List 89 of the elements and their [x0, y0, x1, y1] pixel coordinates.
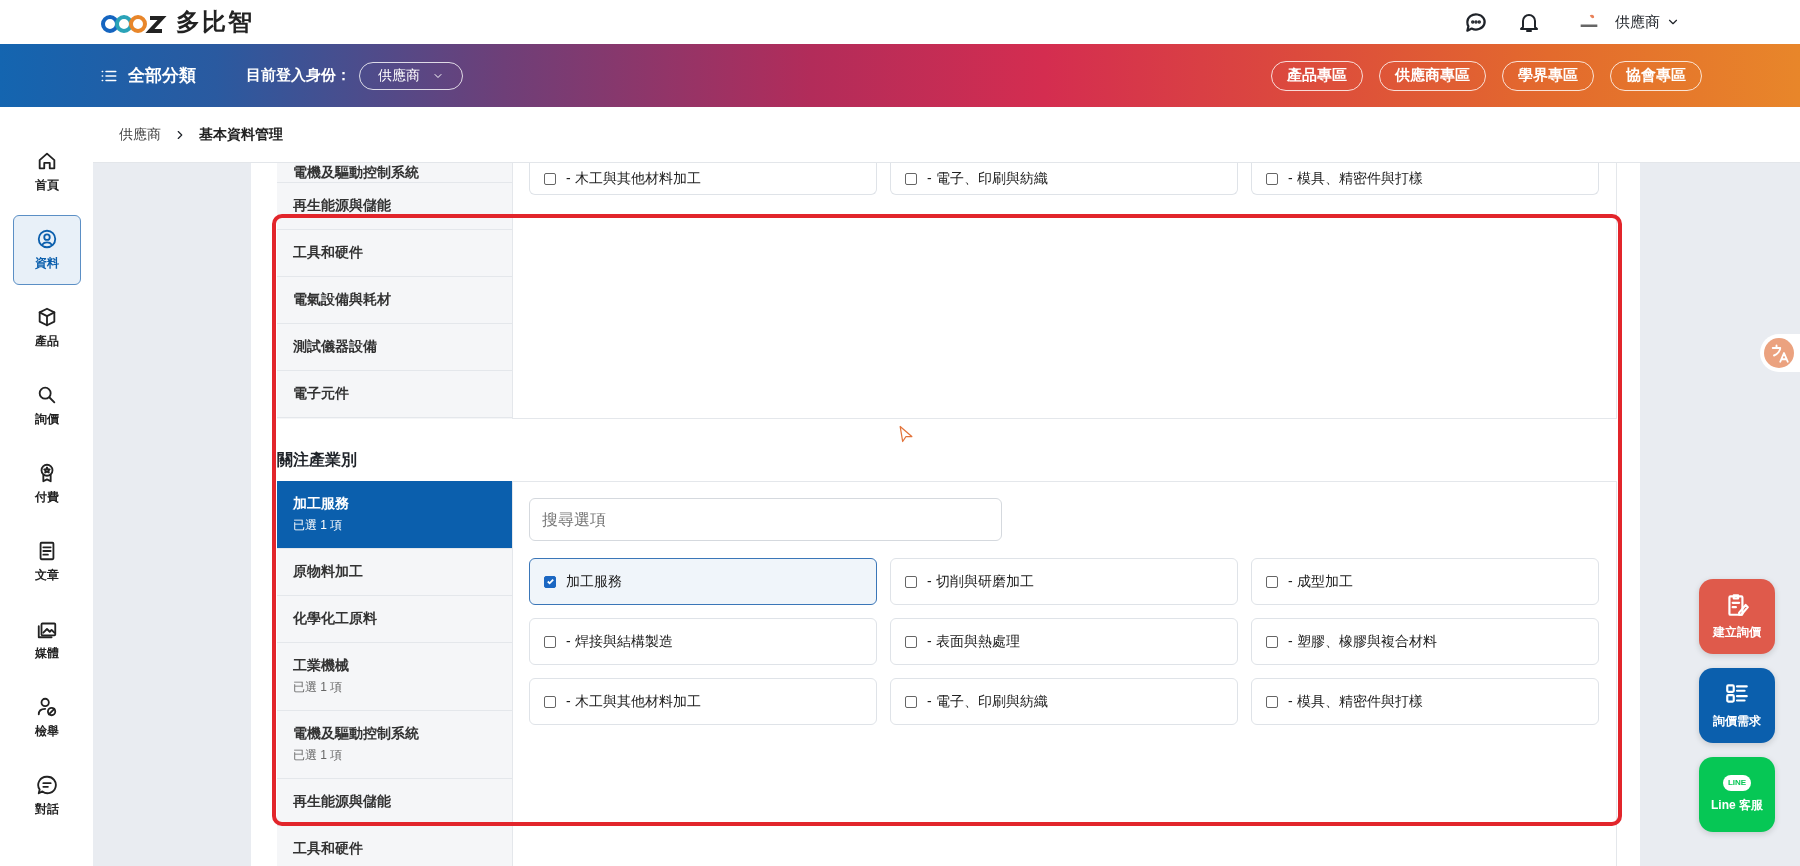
option-label: 加工服務: [566, 572, 622, 591]
checkbox[interactable]: [544, 635, 556, 648]
option-checkbox[interactable]: - 切削與研磨加工: [890, 558, 1238, 605]
category-item[interactable]: 電機及驅動控制系統 已選 1 項: [277, 711, 512, 779]
category-item[interactable]: 電氣設備與耗材: [277, 277, 512, 324]
nav-item[interactable]: 檢舉: [12, 683, 81, 753]
chat-icon: [35, 774, 58, 796]
option-checkbox[interactable]: - 模具、精密件與打樣: [1251, 678, 1599, 725]
nav-item[interactable]: 文章: [12, 527, 81, 597]
brand-name: 多比智: [176, 7, 254, 37]
selected-count: 已選 1 項: [293, 517, 344, 534]
nav-item[interactable]: 詢價: [12, 371, 81, 441]
role-label: 目前登入身份：: [246, 66, 351, 85]
section-heading: 關注產業別: [277, 450, 357, 470]
option-checkbox[interactable]: - 模具、精密件與打樣: [1251, 163, 1599, 195]
category-label: 電子元件: [293, 385, 350, 403]
float-button[interactable]: 詢價需求: [1699, 668, 1775, 743]
option-checkbox[interactable]: - 表面與熱處理: [890, 618, 1238, 665]
checkbox[interactable]: [1266, 172, 1278, 185]
option-checkbox[interactable]: - 木工與其他材料加工: [529, 163, 877, 195]
nav-item[interactable]: 資料: [12, 215, 81, 285]
category-label: 電機及驅動控制系統: [293, 163, 420, 182]
option-label: - 電子、印刷與紡織: [927, 169, 1048, 188]
option-checkbox[interactable]: - 焊接與結構製造: [529, 618, 877, 665]
option-label: - 電子、印刷與紡織: [927, 692, 1048, 711]
option-label: - 成型加工: [1288, 572, 1353, 591]
checkbox[interactable]: [905, 635, 917, 648]
category-item[interactable]: 工具和硬件: [277, 826, 512, 866]
option-checkbox[interactable]: - 木工與其他材料加工: [529, 678, 877, 725]
category-label: 原物料加工: [293, 563, 364, 581]
checkbox[interactable]: [544, 575, 556, 588]
category-item[interactable]: 測試儀器設備: [277, 324, 512, 371]
category-item[interactable]: 加工服務 已選 1 項: [277, 481, 512, 549]
breadcrumb-current: 基本資料管理: [199, 125, 283, 144]
option-label: - 模具、精密件與打樣: [1288, 692, 1423, 711]
float-button[interactable]: 建立詢價: [1699, 579, 1775, 654]
category-label: 再生能源與儲能: [293, 197, 392, 215]
category-label: 電機及驅動控制系統: [293, 725, 420, 743]
nav-item[interactable]: 首頁: [12, 137, 81, 207]
category-label: 工具和硬件: [293, 840, 364, 858]
nav-item[interactable]: 付費: [12, 449, 81, 519]
category-label: 測試儀器設備: [293, 338, 378, 356]
option-checkbox[interactable]: - 塑膠、橡膠與複合材料: [1251, 618, 1599, 665]
checkbox[interactable]: [905, 695, 917, 708]
checkbox[interactable]: [905, 172, 917, 185]
option-label: - 木工與其他材料加工: [566, 169, 701, 188]
option-checkbox[interactable]: - 電子、印刷與紡織: [890, 163, 1238, 195]
account-name[interactable]: 供應商: [1615, 12, 1660, 32]
search-field[interactable]: 搜尋選項: [529, 498, 1002, 541]
category-label: 工具和硬件: [293, 244, 364, 262]
translate-icon: [1764, 338, 1794, 368]
option-label: - 木工與其他材料加工: [566, 692, 701, 711]
category-item[interactable]: 工具和硬件: [277, 230, 512, 277]
option-label: - 切削與研磨加工: [927, 572, 1034, 591]
nav-item[interactable]: 媒體: [12, 605, 81, 675]
checkbox[interactable]: [1266, 695, 1278, 708]
user-block-icon: [35, 696, 58, 718]
line-logo: LINE: [1722, 775, 1752, 791]
category-item[interactable]: 電機及驅動控制系統: [277, 163, 512, 183]
category-item[interactable]: 再生能源與儲能: [277, 779, 512, 826]
category-item[interactable]: 電子元件: [277, 371, 512, 418]
option-checkbox[interactable]: 加工服務: [529, 558, 877, 605]
breadcrumb-link[interactable]: 供應商: [119, 125, 161, 144]
menu-button[interactable]: 全部分類: [100, 64, 196, 87]
checkbox[interactable]: [1266, 635, 1278, 648]
user-icon: [35, 228, 58, 250]
category-label: 再生能源與儲能: [293, 793, 392, 811]
option-label: - 塑膠、橡膠與複合材料: [1288, 632, 1437, 651]
category-label: 加工服務: [293, 495, 350, 513]
option-label: - 模具、精密件與打樣: [1288, 169, 1423, 188]
category-item[interactable]: 原物料加工: [277, 549, 512, 596]
option-label: - 焊接與結構製造: [566, 632, 673, 651]
category-label: 化學化工原料: [293, 610, 378, 628]
checkbox[interactable]: [544, 172, 556, 185]
checkbox[interactable]: [1266, 575, 1278, 588]
checkbox[interactable]: [544, 695, 556, 708]
category-label: 電氣設備與耗材: [293, 291, 392, 309]
nav-item[interactable]: 產品: [12, 293, 81, 363]
category-label: 工業機械: [293, 657, 350, 675]
selected-count: 已選 1 項: [293, 747, 344, 764]
nav-item[interactable]: 對話: [12, 761, 81, 831]
category-item[interactable]: 再生能源與儲能: [277, 183, 512, 230]
option-checkbox[interactable]: - 成型加工: [1251, 558, 1599, 605]
option-checkbox[interactable]: - 電子、印刷與紡織: [890, 678, 1238, 725]
category-item[interactable]: 化學化工原料: [277, 596, 512, 643]
selected-count: 已選 1 項: [293, 679, 344, 696]
category-item[interactable]: 工業機械 已選 1 項: [277, 643, 512, 711]
checkbox[interactable]: [905, 575, 917, 588]
option-label: - 表面與熱處理: [927, 632, 1020, 651]
